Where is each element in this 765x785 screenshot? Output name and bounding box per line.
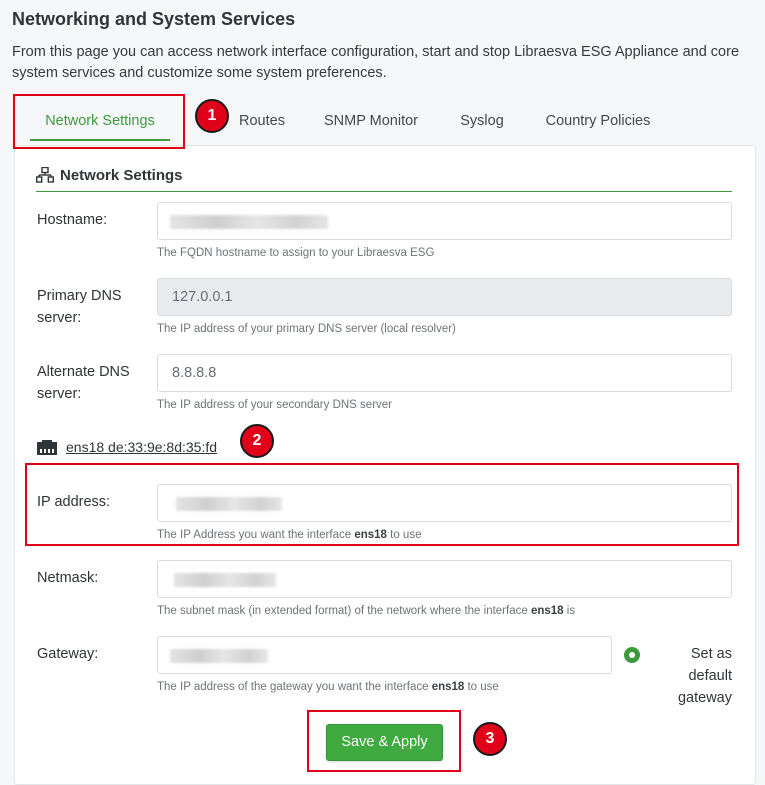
hostname-label: Hostname: [37, 212, 108, 228]
hostname-help: The FQDN hostname to assign to your Libr… [157, 247, 435, 259]
netmask-label: Netmask: [37, 570, 99, 586]
annotation-badge-3: 3 [473, 722, 507, 756]
annotation-badge-2: 2 [240, 424, 274, 458]
page-title: Networking and System Services [12, 9, 296, 29]
tab-snmp-monitor[interactable]: SNMP Monitor [310, 94, 432, 146]
gateway-help: The IP address of the gateway you want t… [157, 681, 499, 693]
default-gateway-radio[interactable] [624, 647, 640, 663]
annotation-box-1 [13, 94, 185, 149]
annotation-box-3 [307, 710, 461, 772]
alternate-dns-label: Alternate DNS server: [37, 364, 130, 402]
gateway-label: Gateway: [37, 646, 99, 662]
tab-routes[interactable]: Routes [226, 94, 298, 146]
tab-country-policies[interactable]: Country Policies [530, 94, 666, 146]
primary-dns-value: 127.0.0.1 [172, 289, 233, 305]
primary-dns-help: The IP address of your primary DNS serve… [157, 323, 456, 335]
tab-syslog[interactable]: Syslog [446, 94, 518, 146]
hostname-input[interactable] [157, 202, 732, 240]
interface-link[interactable]: ens18 de:33:9e:8d:35:fd [66, 439, 217, 455]
alternate-dns-value: 8.8.8.8 [172, 365, 217, 381]
redacted-value [170, 215, 328, 229]
gateway-input[interactable] [157, 636, 612, 674]
network-icon [36, 167, 54, 183]
annotation-badge-1: 1 [195, 99, 229, 133]
netmask-input[interactable] [157, 560, 732, 598]
section-header: Network Settings [36, 166, 732, 192]
redacted-value [170, 649, 268, 663]
default-gateway-label: Set as default gateway [677, 646, 732, 706]
page-description: From this page you can access network in… [12, 44, 740, 81]
primary-dns-label: Primary DNS server: [37, 288, 122, 326]
alternate-dns-help: The IP address of your secondary DNS ser… [157, 399, 393, 411]
section-title: Network Settings [60, 167, 183, 184]
ethernet-port-icon [37, 440, 57, 455]
annotation-box-2 [25, 463, 739, 546]
netmask-help: The subnet mask (in extended format) of … [157, 605, 576, 617]
alternate-dns-input[interactable]: 8.8.8.8 [157, 354, 732, 392]
primary-dns-input[interactable]: 127.0.0.1 [157, 278, 732, 316]
redacted-value [174, 573, 276, 587]
